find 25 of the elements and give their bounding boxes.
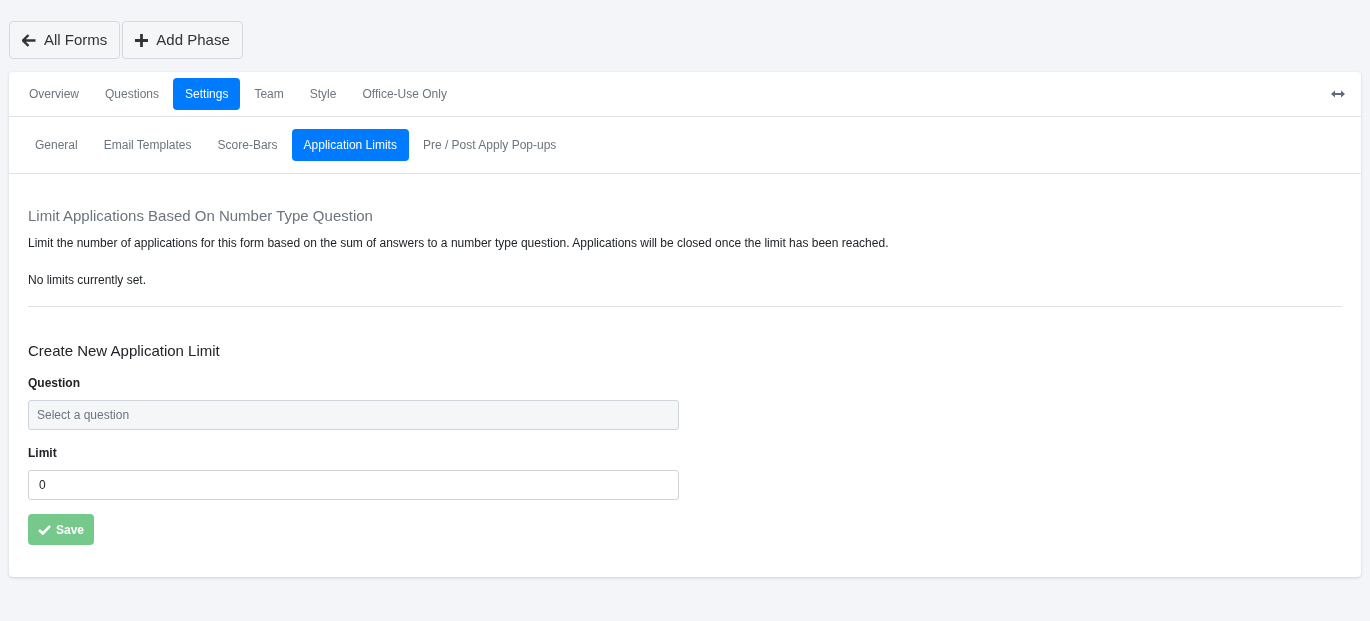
tab[interactable]: General [23,129,90,161]
tab[interactable]: Settings [173,78,241,110]
field-label: Limit [28,445,58,462]
form-title: Create New Application Limit [28,340,221,361]
tab[interactable]: Style [297,78,349,110]
tab[interactable]: Pre / Post Apply Pop-ups [410,129,569,161]
tab[interactable]: Office-Use Only [350,78,459,110]
question-select[interactable]: Select a question [28,400,679,430]
tab[interactable]: Email Templates [91,129,204,161]
limit-input[interactable]: 0 [28,470,679,500]
checkmark-icon [38,524,51,535]
tab[interactable]: Overview [17,78,91,110]
tab[interactable]: Questions [93,78,172,110]
expand-width-icon[interactable] [1331,90,1345,98]
status-text: No limits currently set. [28,271,148,289]
back-button[interactable]: All Forms [9,21,121,59]
tab[interactable]: Score-Bars [205,129,290,161]
arrow-left-icon [22,33,36,47]
tab[interactable]: Team [242,78,296,110]
plus-icon [135,33,149,47]
section-title: Limit Applications Based On Number Type Question [28,206,374,226]
tab[interactable]: Application Limits [291,129,409,161]
section-description: Limit the number of applications for this form based on the sum of answers to a number type question. Applications will be closed once the limit has been reached. [28,234,890,252]
field-label: Question [28,375,81,392]
add-button[interactable]: Add Phase [122,21,243,59]
